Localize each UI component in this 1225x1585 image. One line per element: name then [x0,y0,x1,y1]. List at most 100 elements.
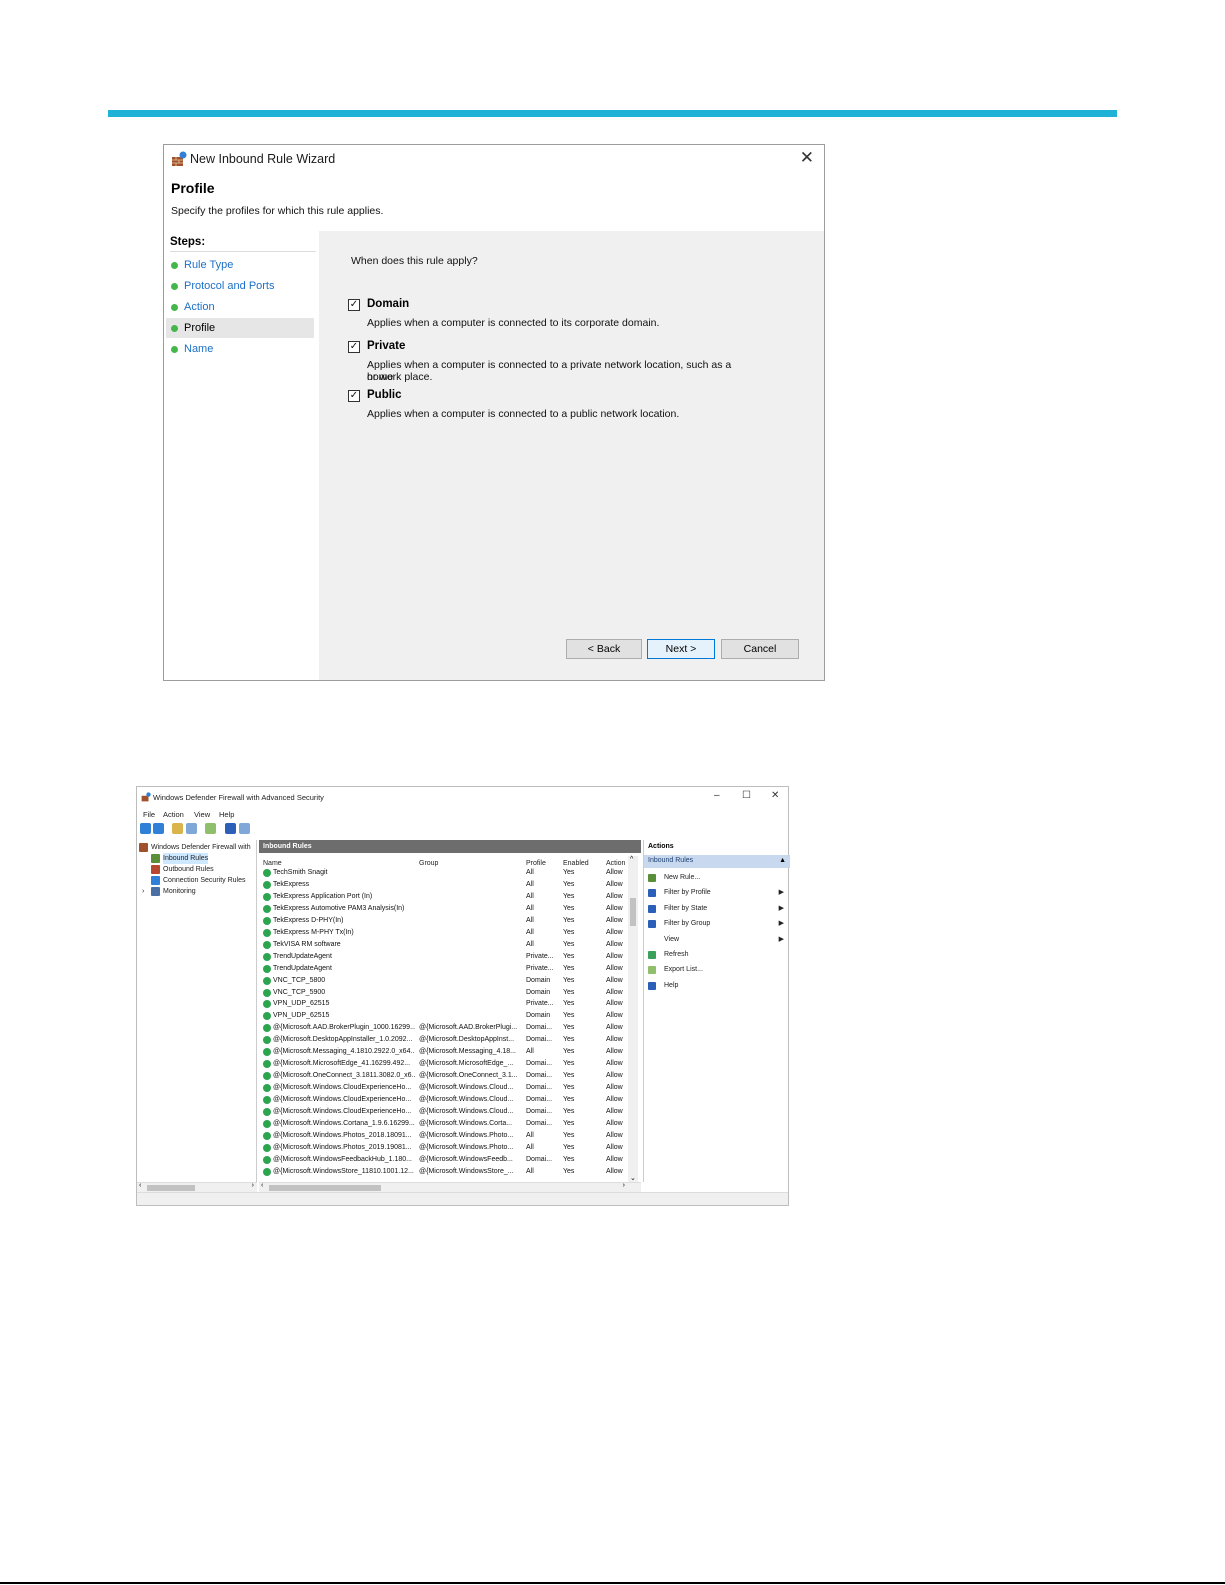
table-row[interactable]: @{Microsoft.OneConnect_3.1811.3082.0_x6.… [259,1070,629,1082]
menu-file[interactable]: File [143,810,155,819]
maximize-icon[interactable]: ☐ [742,790,751,801]
table-row[interactable]: @{Microsoft.MicrosoftEdge_41.16299.492..… [259,1058,629,1070]
cell-profile: Domain [526,976,551,984]
action-filter-by-profile[interactable]: Filter by Profile ▶ [648,886,784,900]
table-row[interactable]: TekVISA RM software All Yes Allow [259,939,629,951]
next-button[interactable]: Next > [647,639,715,659]
table-row[interactable]: TekExpress Automotive PAM3 Analysis(In) A… [259,903,629,915]
table-row[interactable]: @{Microsoft.Messaging_4.1810.2922.0_x64.… [259,1046,629,1058]
tree-item-root[interactable]: Windows Defender Firewall with [139,842,251,853]
table-row[interactable]: VNC_TCP_5900 Domain Yes Allow [259,987,629,999]
menu-view[interactable]: View [194,810,210,819]
table-row[interactable]: VPN_UDP_62515 Private... Yes Allow [259,998,629,1010]
column-profile[interactable]: Profile [526,860,546,867]
action-view[interactable]: View ▶ [664,933,784,947]
step-profile[interactable]: Profile [166,318,314,338]
back-arrow-icon[interactable] [140,823,151,834]
scroll-left-icon[interactable]: ‹ [261,1182,263,1189]
tree-item-connection-security-rules[interactable]: Connection Security Rules [151,875,246,886]
table-row[interactable]: @{Microsoft.Windows.CloudExperienceHo...… [259,1082,629,1094]
table-row[interactable]: @{Microsoft.WindowsStore_11810.1001.12..… [259,1166,629,1178]
expand-chevron-icon[interactable]: › [142,886,144,897]
action-help[interactable]: Help [648,979,784,993]
tree-item-outbound-rules[interactable]: Outbound Rules [151,864,214,875]
menu-action[interactable]: Action [163,810,184,819]
scroll-thumb[interactable] [147,1185,195,1191]
scroll-right-icon[interactable]: › [623,1182,625,1189]
scroll-down-icon[interactable]: ⌄ [630,1174,636,1182]
connection-security-icon [151,876,160,885]
column-group[interactable]: Group [419,860,438,867]
table-row[interactable]: TekExpress Application Port (In) All Yes Al… [259,891,629,903]
cell-group: @{Microsoft.MicrosoftEdge_... [419,1060,514,1068]
show-hide-tree-icon[interactable] [186,823,197,834]
back-button[interactable]: < Back [566,639,642,659]
cell-action: Allow [606,1036,623,1044]
cell-group: @{Microsoft.AAD.BrokerPlugi... [419,1024,518,1032]
table-row[interactable]: VNC_TCP_5800 Domain Yes Allow [259,975,629,987]
collapse-icon[interactable]: ▲ [779,857,786,864]
cell-name: @{Microsoft.MicrosoftEdge_41.16299.492..… [273,1060,411,1068]
column-name[interactable]: Name [263,860,282,867]
action-new-rule[interactable]: New Rule... [648,871,784,885]
column-action[interactable]: Action [606,860,625,867]
rules-horizontal-scrollbar[interactable]: ‹ › [259,1182,641,1192]
tree-horizontal-scrollbar[interactable]: ‹ › [137,1182,257,1192]
action-refresh[interactable]: Refresh [648,948,784,962]
public-checkbox[interactable]: ✓ [348,390,360,402]
scroll-left-icon[interactable]: ‹ [139,1182,141,1189]
close-icon[interactable]: ✕ [771,790,779,801]
private-checkbox[interactable]: ✓ [348,341,360,353]
table-row[interactable]: @{Microsoft.WindowsFeedbackHub_1.180... @… [259,1154,629,1166]
panel-title: Inbound Rules [259,840,641,853]
window-title: Windows Defender Firewall with Advanced … [153,793,324,802]
help-icon[interactable] [225,823,236,834]
export-icon[interactable] [205,823,216,834]
step-protocol-and-ports[interactable]: Protocol and Ports [166,276,314,296]
table-row[interactable]: @{Microsoft.DesktopAppInstaller_1.0.2092… [259,1034,629,1046]
tree-item-inbound-rules[interactable]: Inbound Rules [151,853,209,864]
cell-name: @{Microsoft.DesktopAppInstaller_1.0.2092… [273,1036,413,1044]
step-name[interactable]: Name [166,339,314,359]
scroll-thumb[interactable] [269,1185,381,1191]
action-filter-by-group[interactable]: Filter by Group ▶ [648,917,784,931]
step-rule-type[interactable]: Rule Type [166,255,314,275]
table-row[interactable]: @{Microsoft.Windows.Photos_2018.18091...… [259,1130,629,1142]
rule-enabled-icon [263,1084,271,1093]
actions-section-header[interactable]: Inbound Rules ▲ [644,855,790,868]
menu-help[interactable]: Help [219,810,234,819]
column-enabled[interactable]: Enabled [563,860,589,867]
table-row[interactable]: TekExpress All Yes Allow [259,879,629,891]
domain-checkbox[interactable]: ✓ [348,299,360,311]
table-row[interactable]: VPN_UDP_62515 Domain Yes Allow [259,1010,629,1022]
cell-action: Allow [606,892,623,900]
step-action[interactable]: Action [166,297,314,317]
table-row[interactable]: TrendUpdateAgent Private... Yes Allow [259,951,629,963]
table-row[interactable]: @{Microsoft.Windows.CloudExperienceHo...… [259,1106,629,1118]
table-row[interactable]: @{Microsoft.Windows.CloudExperienceHo...… [259,1094,629,1106]
cell-name: @{Microsoft.Windows.Photos_2018.18091... [273,1131,412,1139]
scroll-up-icon[interactable]: ^ [630,856,633,863]
tree-item-monitoring[interactable]: Monitoring [151,886,196,897]
table-row[interactable]: TrendUpdateAgent Private... Yes Allow [259,963,629,975]
action-filter-by-state[interactable]: Filter by State ▶ [648,902,784,916]
table-row[interactable]: @{Microsoft.AAD.BrokerPlugin_1000.16299.… [259,1022,629,1034]
scroll-thumb[interactable] [630,898,636,926]
cancel-button[interactable]: Cancel [721,639,799,659]
rules-vertical-scrollbar[interactable]: ^ ⌄ [628,856,638,1182]
close-icon[interactable]: ✕ [800,148,814,168]
table-row[interactable]: TechSmith Snagit All Yes Allow [259,867,629,879]
table-row[interactable]: @{Microsoft.Windows.Cortana_1.9.6.16299.… [259,1118,629,1130]
minimize-icon[interactable]: – [714,790,720,801]
show-hide-action-pane-icon[interactable] [239,823,250,834]
forward-arrow-icon[interactable] [153,823,164,834]
cell-profile: Private... [526,964,554,972]
cell-enabled: Yes [563,940,575,948]
table-row[interactable]: TekExpress M-PHY Tx(In) All Yes Allow [259,927,629,939]
table-row[interactable]: @{Microsoft.Windows.Photos_2019.19081...… [259,1142,629,1154]
up-folder-icon[interactable] [172,823,183,834]
scroll-right-icon[interactable]: › [252,1182,254,1189]
table-row[interactable]: TekExpress D-PHY(In) All Yes Allow [259,915,629,927]
action-export-list[interactable]: Export List... [648,963,784,977]
rule-enabled-icon [263,1167,271,1176]
